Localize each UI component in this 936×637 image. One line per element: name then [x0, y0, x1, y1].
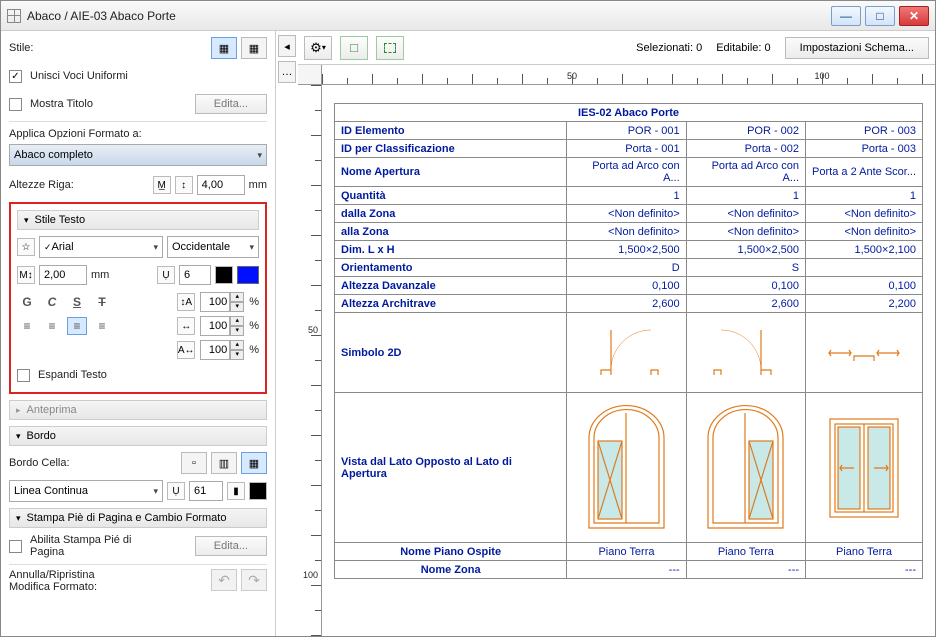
- script-select[interactable]: Occidentale▾: [167, 236, 259, 258]
- simbolo-cell-1: [567, 313, 686, 393]
- font-select[interactable]: ✓Arial▾: [39, 236, 163, 258]
- stampa-header[interactable]: ▾ Stampa Piè di Pagina e Cambio Formato: [9, 508, 267, 528]
- width-spacing-icon: ↔: [177, 317, 195, 335]
- underline-button[interactable]: S: [67, 293, 87, 311]
- char-spacing-spinner[interactable]: ▴▾: [200, 340, 244, 360]
- altezze-riga-label: Altezze Riga:: [9, 179, 74, 191]
- border-weight-icon[interactable]: ▮: [227, 482, 245, 500]
- italic-button[interactable]: C: [42, 293, 62, 311]
- window-title: Abaco / AIE-03 Abaco Porte: [27, 9, 831, 23]
- settings-gear-button[interactable]: ⚙▾: [304, 36, 332, 60]
- font-size-input[interactable]: [39, 265, 87, 285]
- simbolo-cell-2: [686, 313, 805, 393]
- app-icon: [7, 9, 21, 23]
- border-line-select[interactable]: Linea Continua▾: [9, 480, 163, 502]
- edita-button[interactable]: Edita...: [195, 94, 267, 114]
- char-spacing-icon: A↔: [177, 341, 195, 359]
- mm-label-2: mm: [91, 269, 109, 281]
- mostra-titolo-label: Mostra Titolo: [30, 98, 93, 110]
- line-spacing-icon: ↕A: [177, 293, 195, 311]
- pen-weight-icon[interactable]: [215, 266, 233, 284]
- applica-select[interactable]: Abaco completo ▾: [9, 144, 267, 166]
- mostra-titolo-checkbox[interactable]: [9, 98, 22, 111]
- anteprima-header[interactable]: ▸ Anteprima: [9, 400, 267, 420]
- simbolo-cell-3: [806, 313, 923, 393]
- vista-cell-2: [686, 393, 805, 543]
- align-right-button[interactable]: ≡: [67, 317, 87, 335]
- border-some-button[interactable]: ▥: [211, 452, 237, 474]
- editabile-status: Editabile: 0: [716, 42, 770, 54]
- espandi-label: Espandi Testo: [38, 369, 107, 381]
- canvas-toolbar: ⚙▾ □ Selezionati: 0 Editabile: 0 Imposta…: [298, 31, 935, 65]
- close-button[interactable]: ✕: [899, 6, 929, 26]
- stile-testo-header-label: Stile Testo: [35, 214, 86, 226]
- espandi-checkbox[interactable]: [17, 369, 30, 382]
- selezionati-status: Selezionati: 0: [636, 42, 702, 54]
- mm-label-1: mm: [249, 179, 267, 191]
- titlebar: Abaco / AIE-03 Abaco Porte — □ ✕: [1, 1, 935, 31]
- align-justify-button[interactable]: ≡: [92, 317, 112, 335]
- unisci-label: Unisci Voci Uniformi: [30, 70, 128, 82]
- pen-input[interactable]: [179, 265, 211, 285]
- vista-cell-1: [567, 393, 686, 543]
- border-pen-input[interactable]: [189, 481, 223, 501]
- bold-button[interactable]: G: [17, 293, 37, 311]
- strike-button[interactable]: T: [92, 293, 112, 311]
- applica-label: Applica Opzioni Formato a:: [9, 128, 267, 140]
- align-center-button[interactable]: ≡: [42, 317, 62, 335]
- abaco-table: IES-02 Abaco Porte ID ElementoPOR - 001P…: [334, 103, 923, 579]
- altezze-riga-input[interactable]: [197, 175, 245, 195]
- color-swatch[interactable]: [237, 266, 259, 284]
- line-spacing-spinner[interactable]: ▴▾: [200, 292, 244, 312]
- select-crossing-button[interactable]: [376, 36, 404, 60]
- stile-testo-header[interactable]: ▾ Stile Testo: [17, 210, 259, 230]
- pen-icon: Ụ: [157, 266, 175, 284]
- select-tool-button[interactable]: □: [340, 36, 368, 60]
- stile-label: Stile:: [9, 42, 33, 54]
- collapse-sidebar-button[interactable]: ◂: [278, 35, 296, 57]
- edita-footer-button[interactable]: Edita...: [195, 536, 267, 556]
- row-height-icon: M̲: [153, 176, 171, 194]
- vista-cell-3: [806, 393, 923, 543]
- unisci-checkbox[interactable]: ✓: [9, 70, 22, 83]
- abilita-stampa-label: Abilita Stampa Pié di Pagina: [30, 534, 140, 558]
- applica-value: Abaco completo: [14, 149, 93, 161]
- abilita-stampa-checkbox[interactable]: [9, 540, 22, 553]
- more-options-button[interactable]: …: [278, 61, 296, 83]
- align-left-button[interactable]: ≡: [17, 317, 37, 335]
- ruler-horizontal[interactable]: 50 100: [322, 65, 935, 85]
- redo-button[interactable]: ↷: [241, 569, 267, 591]
- undo-button[interactable]: ↶: [211, 569, 237, 591]
- border-color-icon[interactable]: [249, 482, 267, 500]
- bordo-header[interactable]: ▾ Bordo: [9, 426, 267, 446]
- maximize-button[interactable]: □: [865, 6, 895, 26]
- minimize-button[interactable]: —: [831, 6, 861, 26]
- annulla-label: Annulla/Ripristina Modifica Formato:: [9, 569, 119, 593]
- font-size-icon: M↕: [17, 266, 35, 284]
- table-title: IES-02 Abaco Porte: [335, 104, 923, 122]
- view-grid-button[interactable]: ▦: [211, 37, 237, 59]
- favorite-icon[interactable]: ☆: [17, 238, 35, 256]
- schema-settings-button[interactable]: Impostazioni Schema...: [785, 37, 929, 59]
- canvas-viewport[interactable]: IES-02 Abaco Porte ID ElementoPOR - 001P…: [322, 85, 935, 636]
- settings-sidebar: Stile: ▦ ▦ ✓ Unisci Voci Uniformi Mostra…: [1, 31, 276, 636]
- border-pen-icon: Ụ: [167, 482, 185, 500]
- ruler-origin-button[interactable]: [298, 65, 322, 85]
- bordo-cella-label: Bordo Cella:: [9, 457, 70, 469]
- stile-testo-panel: ▾ Stile Testo ☆ ✓Arial▾ Occidentale▾ M↕ …: [9, 202, 267, 394]
- view-grid-alt-button[interactable]: ▦: [241, 37, 267, 59]
- para-spacing-spinner[interactable]: ▴▾: [200, 316, 244, 336]
- ruler-vertical[interactable]: 50 100: [298, 85, 322, 636]
- border-none-button[interactable]: ▫: [181, 452, 207, 474]
- row-height-arrows-icon: ↕: [175, 176, 193, 194]
- border-all-button[interactable]: ▦: [241, 452, 267, 474]
